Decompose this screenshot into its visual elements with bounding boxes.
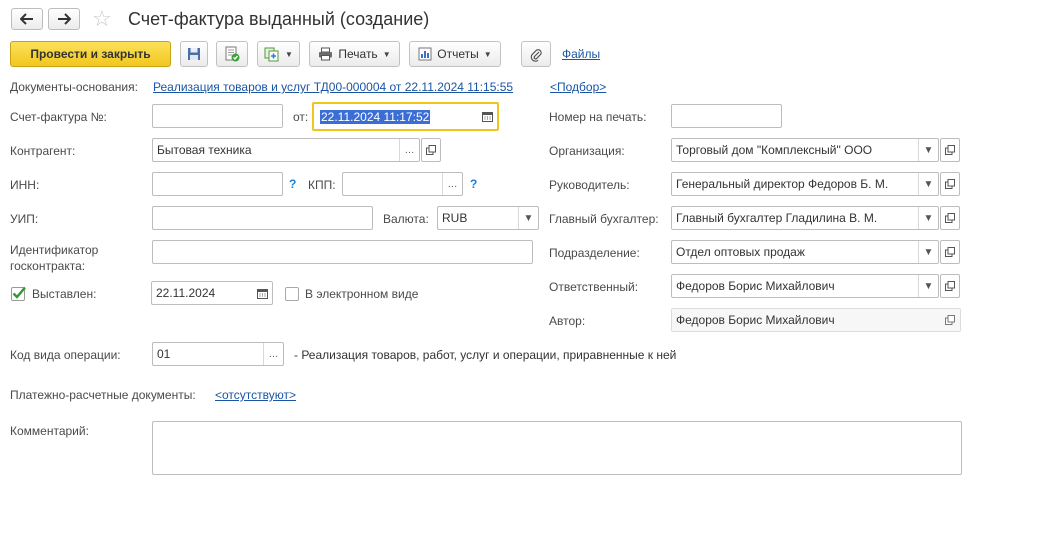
reports-icon — [418, 47, 432, 61]
chevron-down-icon[interactable]: ▼ — [918, 207, 938, 229]
operation-code-label: Код вида операции: — [10, 348, 121, 362]
currency-label: Валюта: — [383, 212, 429, 226]
open-accountant-button[interactable] — [940, 206, 960, 230]
chevron-down-icon[interactable]: ▼ — [918, 173, 938, 195]
issued-label: Выставлен: — [32, 287, 97, 301]
organization-label: Организация: — [549, 144, 625, 158]
payment-docs-label: Платежно-расчетные документы: — [10, 388, 196, 402]
print-number-input[interactable] — [671, 104, 782, 128]
open-form-icon — [426, 145, 436, 155]
inn-help-icon[interactable]: ? — [289, 177, 296, 191]
inn-input[interactable] — [152, 172, 283, 196]
open-form-icon — [945, 179, 955, 189]
page-title: Счет-фактура выданный (создание) — [128, 9, 430, 29]
invoice-number-input[interactable] — [152, 104, 283, 128]
post-and-close-button[interactable]: Провести и закрыть — [10, 41, 171, 67]
files-link[interactable]: Файлы — [562, 47, 600, 61]
open-head-button[interactable] — [940, 172, 960, 196]
forward-button[interactable] — [48, 8, 80, 30]
basis-documents-label: Документы-основания: — [10, 80, 138, 94]
post-document-button[interactable] — [216, 41, 248, 67]
floppy-disk-icon — [188, 48, 200, 60]
back-button[interactable] — [11, 8, 43, 30]
printer-icon — [319, 47, 333, 61]
create-based-on-icon — [264, 47, 279, 61]
invoice-number-label: Счет-фактура №: — [10, 110, 107, 124]
accountant-select[interactable]: Главный бухгалтер Гладилина В. М. ▼ — [671, 206, 939, 230]
kpp-help-icon[interactable]: ? — [470, 177, 477, 191]
comment-textarea[interactable] — [152, 421, 962, 475]
payment-docs-link[interactable]: <отсутствуют> — [215, 388, 296, 402]
open-form-icon — [945, 315, 955, 325]
post-document-icon — [225, 46, 240, 62]
currency-select[interactable]: RUB ▼ — [437, 206, 539, 230]
favorite-star-icon[interactable]: ☆ — [92, 7, 112, 31]
print-button[interactable]: Печать ▼ — [309, 41, 400, 67]
save-button[interactable] — [180, 41, 208, 67]
open-form-icon — [945, 247, 955, 257]
select-ellipsis-button[interactable]: … — [399, 139, 419, 161]
counterparty-label: Контрагент: — [10, 144, 76, 158]
open-counterparty-button[interactable] — [421, 138, 441, 162]
arrow-right-icon — [58, 13, 71, 25]
create-based-on-button[interactable]: ▼ — [257, 41, 300, 67]
invoice-date-value: 22.11.2024 11:17:52 — [320, 109, 431, 124]
basis-document-link[interactable]: Реализация товаров и услуг ТД00-000004 о… — [153, 80, 513, 94]
checkmark-icon — [12, 286, 26, 299]
paperclip-icon — [530, 48, 542, 62]
issued-date-input[interactable]: 22.11.2024 — [151, 281, 273, 305]
print-number-label: Номер на печать: — [549, 110, 647, 124]
contract-id-input[interactable] — [152, 240, 533, 264]
open-author-button[interactable] — [940, 309, 960, 331]
inn-label: ИНН: — [10, 178, 40, 192]
accountant-label: Главный бухгалтер: — [549, 212, 659, 226]
open-organization-button[interactable] — [940, 138, 960, 162]
arrow-left-icon — [20, 13, 33, 25]
open-form-icon — [945, 213, 955, 223]
department-select[interactable]: Отдел оптовых продаж ▼ — [671, 240, 939, 264]
chevron-down-icon[interactable]: ▼ — [918, 275, 938, 297]
open-form-icon — [945, 281, 955, 291]
head-select[interactable]: Генеральный директор Федоров Б. М. ▼ — [671, 172, 939, 196]
department-label: Подразделение: — [549, 246, 640, 260]
attach-file-button[interactable] — [521, 41, 551, 67]
author-field: Федоров Борис Михайлович — [671, 308, 961, 332]
kpp-label: КПП: — [308, 178, 336, 192]
responsible-select[interactable]: Федоров Борис Михайлович ▼ — [671, 274, 939, 298]
select-ellipsis-button[interactable]: … — [442, 173, 462, 195]
kpp-input[interactable]: … — [342, 172, 463, 196]
calendar-icon[interactable] — [252, 282, 272, 304]
open-responsible-button[interactable] — [940, 274, 960, 298]
chevron-down-icon: ▼ — [285, 49, 293, 59]
select-ellipsis-button[interactable]: … — [263, 343, 283, 365]
issued-checkbox[interactable] — [11, 286, 26, 301]
pick-basis-link[interactable]: <Подбор> — [550, 80, 606, 94]
open-department-button[interactable] — [940, 240, 960, 264]
counterparty-input[interactable]: Бытовая техника … — [152, 138, 420, 162]
open-form-icon — [945, 145, 955, 155]
operation-code-input[interactable]: 01 … — [152, 342, 284, 366]
chevron-down-icon[interactable]: ▼ — [918, 241, 938, 263]
reports-button[interactable]: Отчеты ▼ — [409, 41, 501, 67]
chevron-down-icon[interactable]: ▼ — [518, 207, 538, 229]
operation-description: - Реализация товаров, работ, услуг и опе… — [294, 348, 677, 362]
comment-label: Комментарий: — [10, 424, 89, 438]
responsible-label: Ответственный: — [549, 280, 639, 294]
organization-select[interactable]: Торговый дом "Комплексный" ООО ▼ — [671, 138, 939, 162]
head-label: Руководитель: — [549, 178, 630, 192]
electronic-label: В электронном виде — [305, 287, 419, 301]
invoice-date-label: от: — [293, 110, 309, 124]
uip-input[interactable] — [152, 206, 373, 230]
invoice-date-input[interactable]: 22.11.2024 11:17:52 — [312, 102, 499, 131]
contract-id-label: Идентификатор госконтракта: — [10, 243, 99, 273]
chevron-down-icon: ▼ — [382, 49, 391, 59]
chevron-down-icon: ▼ — [483, 49, 492, 59]
chevron-down-icon[interactable]: ▼ — [918, 139, 938, 161]
author-label: Автор: — [549, 314, 586, 328]
calendar-icon[interactable] — [477, 105, 497, 129]
electronic-checkbox[interactable] — [285, 287, 299, 301]
uip-label: УИП: — [10, 212, 39, 226]
